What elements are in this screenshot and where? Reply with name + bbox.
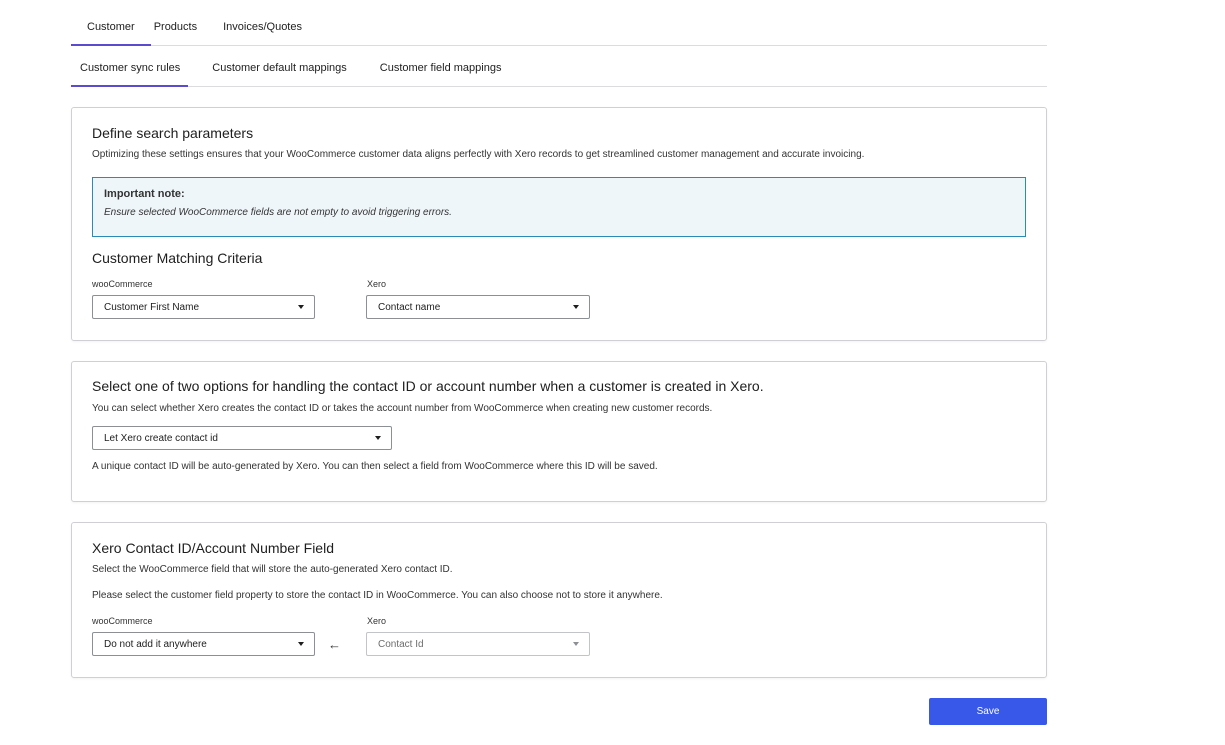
- sub-tabs: Customer sync rules Customer default map…: [71, 50, 1047, 87]
- search-parameters-title: Define search parameters: [92, 125, 254, 141]
- contact-id-option-value: Let Xero create contact id: [104, 432, 218, 444]
- contact-field-description: Select the WooCommerce field that will s…: [92, 564, 453, 575]
- contact-field-title: Xero Contact ID/Account Number Field: [92, 540, 334, 556]
- contact-options-card: Select one of two options for handling t…: [71, 361, 1047, 502]
- tab-customer-field-mappings[interactable]: Customer field mappings: [363, 50, 515, 86]
- tab-customer-sync-rules[interactable]: Customer sync rules: [71, 50, 189, 87]
- contact-field-description-2: Please select the customer field propert…: [92, 590, 663, 601]
- chevron-down-icon: [375, 436, 381, 440]
- chevron-down-icon: [573, 305, 579, 309]
- xero-label: Xero: [367, 279, 387, 289]
- woocommerce-match-select[interactable]: Customer First Name: [92, 295, 315, 319]
- woocommerce-field-value: Do not add it anywhere: [104, 638, 207, 650]
- woocommerce-field-select[interactable]: Do not add it anywhere: [92, 632, 315, 656]
- note-text: Ensure selected WooCommerce fields are n…: [104, 207, 452, 218]
- contact-id-option-select[interactable]: Let Xero create contact id: [92, 426, 392, 450]
- chevron-down-icon: [573, 642, 579, 646]
- xero-match-select[interactable]: Contact name: [366, 295, 590, 319]
- contact-options-help: A unique contact ID will be auto-generat…: [92, 461, 658, 472]
- chevron-down-icon: [298, 642, 304, 646]
- tab-customer[interactable]: Customer: [71, 8, 151, 46]
- woocommerce-label: wooCommerce: [92, 616, 153, 626]
- top-tabs: Customer Products Invoices/Quotes: [71, 8, 1047, 46]
- chevron-down-icon: [298, 305, 304, 309]
- woocommerce-match-value: Customer First Name: [104, 301, 200, 313]
- tab-products[interactable]: Products: [151, 8, 210, 45]
- matching-criteria-title: Customer Matching Criteria: [92, 250, 263, 266]
- xero-field-select: Contact Id: [366, 632, 590, 656]
- important-note: Important note: Ensure selected WooComme…: [92, 177, 1026, 237]
- contact-options-title: Select one of two options for handling t…: [92, 378, 764, 394]
- contact-options-description: You can select whether Xero creates the …: [92, 403, 713, 414]
- note-title: Important note:: [104, 188, 185, 200]
- tab-customer-default-mappings[interactable]: Customer default mappings: [188, 50, 363, 86]
- xero-label: Xero: [367, 616, 387, 626]
- xero-match-value: Contact name: [378, 301, 441, 313]
- tab-invoices-quotes[interactable]: Invoices/Quotes: [210, 8, 315, 45]
- search-parameters-card: Define search parameters Optimizing thes…: [71, 107, 1047, 341]
- save-button[interactable]: Save: [929, 698, 1047, 725]
- xero-field-value: Contact Id: [378, 638, 424, 650]
- arrow-left-icon: ←: [328, 637, 341, 652]
- search-parameters-description: Optimizing these settings ensures that y…: [92, 149, 865, 160]
- contact-field-card: Xero Contact ID/Account Number Field Sel…: [71, 522, 1047, 678]
- woocommerce-label: wooCommerce: [92, 279, 153, 289]
